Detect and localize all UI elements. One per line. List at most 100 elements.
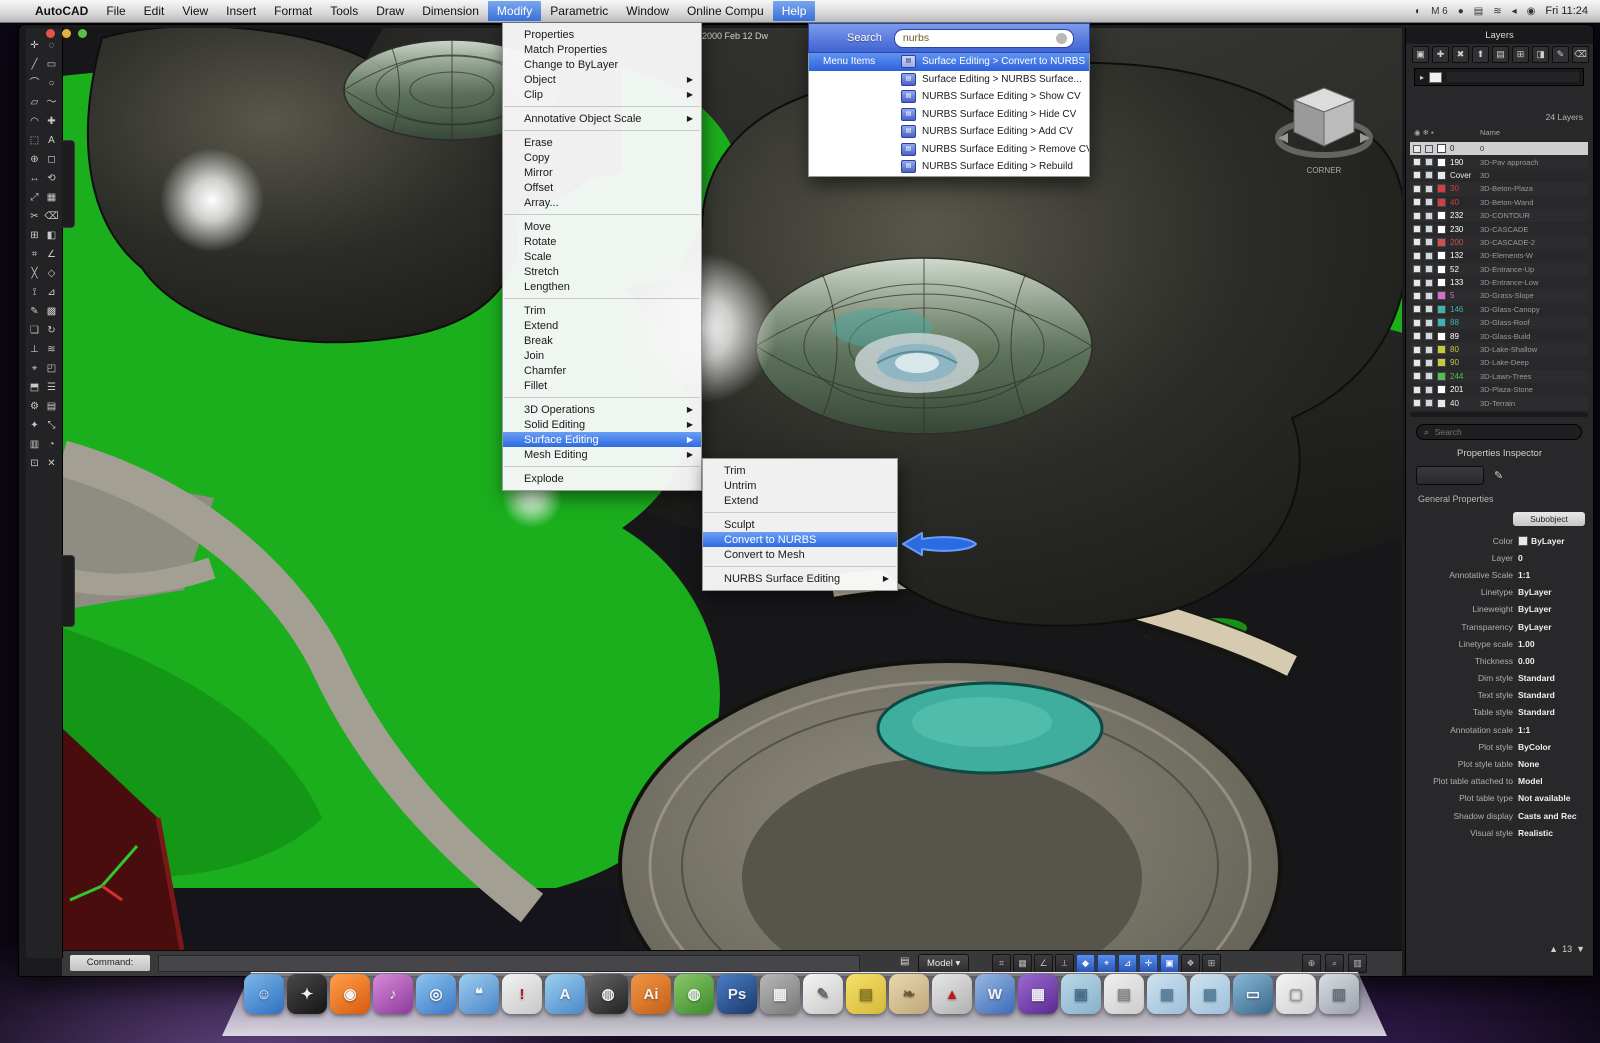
tool-icon[interactable]: ◻ bbox=[43, 150, 60, 169]
property-row[interactable]: LinetypeByLayer bbox=[1406, 584, 1593, 601]
dock-compass-dark-icon[interactable]: ✦ bbox=[287, 974, 327, 1014]
layer-row[interactable]: 2013D-Plaza-Stone bbox=[1410, 383, 1588, 396]
menubar-item-help[interactable]: Help bbox=[773, 1, 816, 21]
tool-icon[interactable]: ↔ bbox=[26, 169, 43, 188]
tool-icon[interactable]: ⊞ bbox=[26, 226, 43, 245]
layer-row[interactable]: 2443D-Lawn-Trees bbox=[1410, 370, 1588, 383]
layer-on-icon[interactable] bbox=[1413, 198, 1421, 206]
tool-icon[interactable]: ╱ bbox=[26, 55, 43, 74]
tool-icon[interactable]: ✦ bbox=[26, 416, 43, 435]
layer-color-swatch[interactable] bbox=[1437, 171, 1446, 180]
layer-on-icon[interactable] bbox=[1413, 238, 1421, 246]
modify-menu-item-change-to-bylayer[interactable]: Change to ByLayer bbox=[503, 57, 701, 72]
tool-icon[interactable]: ✕ bbox=[43, 454, 60, 473]
close-button[interactable] bbox=[46, 29, 55, 38]
surface-submenu-item-untrim[interactable]: Untrim bbox=[703, 478, 897, 493]
layer-color-swatch[interactable] bbox=[1437, 265, 1446, 274]
menubar-status-icon[interactable]: ≋ bbox=[1493, 6, 1501, 17]
menubar-item-format[interactable]: Format bbox=[265, 1, 321, 21]
layer-row[interactable]: 00 bbox=[1410, 142, 1588, 155]
dock-finder-icon[interactable]: ☺ bbox=[244, 974, 284, 1014]
modify-menu-item-offset[interactable]: Offset bbox=[503, 180, 701, 195]
menubar-item-online-compu[interactable]: Online Compu bbox=[678, 1, 773, 21]
tool-icon[interactable]: ⬒ bbox=[26, 378, 43, 397]
modify-menu-item-mesh-editing[interactable]: Mesh Editing▶ bbox=[503, 447, 701, 462]
property-row[interactable]: Text styleStandard bbox=[1406, 687, 1593, 704]
layer-row[interactable]: 2003D-CASCADE-2 bbox=[1410, 236, 1588, 249]
modify-menu-item-rotate[interactable]: Rotate bbox=[503, 234, 701, 249]
layer-freeze-icon[interactable] bbox=[1425, 238, 1433, 246]
tool-icon[interactable]: ╳ bbox=[26, 264, 43, 283]
property-row[interactable]: Thickness0.00 bbox=[1406, 652, 1593, 669]
property-value[interactable]: ByLayer bbox=[1518, 622, 1593, 632]
tool-icon[interactable]: ⊡ bbox=[26, 454, 43, 473]
menubar-item-file[interactable]: File bbox=[97, 1, 134, 21]
layer-freeze-icon[interactable] bbox=[1425, 305, 1433, 313]
layer-freeze-icon[interactable] bbox=[1425, 265, 1433, 273]
property-value[interactable]: Realistic bbox=[1518, 828, 1593, 838]
layer-on-icon[interactable] bbox=[1413, 305, 1421, 313]
dock-word-icon[interactable]: W bbox=[975, 974, 1015, 1014]
tool-icon[interactable]: ⟲ bbox=[43, 169, 60, 188]
modify-menu-item-explode[interactable]: Explode bbox=[503, 471, 701, 486]
layer-row[interactable]: 303D-Beton-Plaza bbox=[1410, 182, 1588, 195]
layer-freeze-icon[interactable] bbox=[1425, 145, 1433, 153]
layers-toolbar-icon[interactable]: ▤ bbox=[1492, 46, 1509, 63]
layers-toolbar-icon[interactable]: ◨ bbox=[1532, 46, 1549, 63]
status-toggle-icon[interactable]: ⌗ bbox=[992, 954, 1011, 973]
layers-toolbar-icon[interactable]: ✖ bbox=[1452, 46, 1469, 63]
status-toggle-icon[interactable]: ▦ bbox=[1013, 954, 1032, 973]
status-toggle-icon[interactable]: ✛ bbox=[1139, 954, 1158, 973]
collapsed-palette-tab[interactable] bbox=[62, 140, 75, 228]
modify-menu-item-surface-editing[interactable]: Surface Editing▶ bbox=[503, 432, 701, 447]
status-toggle-icon[interactable]: ❖ bbox=[1181, 954, 1200, 973]
tool-icon[interactable]: ▩ bbox=[43, 302, 60, 321]
status-tool-icon[interactable]: ⊕ bbox=[1302, 954, 1321, 973]
model-space-button[interactable]: Model ▾ bbox=[918, 954, 969, 973]
layer-on-icon[interactable] bbox=[1413, 185, 1421, 193]
layer-on-icon[interactable] bbox=[1413, 372, 1421, 380]
minimize-button[interactable] bbox=[62, 29, 71, 38]
layer-color-swatch[interactable] bbox=[1437, 225, 1446, 234]
property-value[interactable]: 1:1 bbox=[1518, 725, 1593, 735]
layer-row[interactable]: 1323D-Elements-W bbox=[1410, 249, 1588, 262]
help-result[interactable]: ▤NURBS Surface Editing > Rebuild bbox=[809, 158, 1089, 176]
modify-menu-item-move[interactable]: Move bbox=[503, 219, 701, 234]
tool-icon[interactable]: ◰ bbox=[43, 359, 60, 378]
property-value[interactable]: 0 bbox=[1518, 553, 1593, 563]
property-row[interactable]: ColorByLayer bbox=[1406, 532, 1593, 549]
dock-white-doc-icon[interactable]: ▤ bbox=[1104, 974, 1144, 1014]
layers-toolbar-icon[interactable]: ⬆ bbox=[1472, 46, 1489, 63]
property-value[interactable]: Casts and Rec bbox=[1518, 811, 1593, 821]
modify-menu-item-erase[interactable]: Erase bbox=[503, 135, 701, 150]
tool-icon[interactable]: ↻ bbox=[43, 321, 60, 340]
dock-app-store-icon[interactable]: A bbox=[545, 974, 585, 1014]
menubar-status-icon[interactable]: ◉ bbox=[1527, 6, 1536, 17]
layer-freeze-icon[interactable] bbox=[1425, 171, 1433, 179]
dock-illustrator-icon[interactable]: Ai bbox=[631, 974, 671, 1014]
layer-color-swatch[interactable] bbox=[1437, 385, 1446, 394]
layer-color-swatch[interactable] bbox=[1437, 345, 1446, 354]
property-row[interactable]: Visual styleRealistic bbox=[1406, 824, 1593, 841]
layer-on-icon[interactable] bbox=[1413, 292, 1421, 300]
tool-icon[interactable]: A bbox=[43, 131, 60, 150]
property-row[interactable]: Dim styleStandard bbox=[1406, 670, 1593, 687]
layers-toolbar-icon[interactable]: ▣ bbox=[1412, 46, 1429, 63]
layer-freeze-icon[interactable] bbox=[1425, 225, 1433, 233]
properties-search[interactable]: ⌕ bbox=[1416, 424, 1582, 440]
menubar-item-tools[interactable]: Tools bbox=[321, 1, 367, 21]
tool-icon[interactable]: ◇ bbox=[43, 264, 60, 283]
dock-trash-icon[interactable]: ▥ bbox=[1319, 974, 1359, 1014]
layer-row[interactable]: 893D-Glass-Build bbox=[1410, 329, 1588, 342]
layers-toolbar-icon[interactable]: ✎ bbox=[1552, 46, 1569, 63]
layer-color-swatch[interactable] bbox=[1437, 291, 1446, 300]
layer-freeze-icon[interactable] bbox=[1425, 399, 1433, 407]
dock-folder-1-icon[interactable]: ▦ bbox=[1147, 974, 1187, 1014]
property-row[interactable]: Linetype scale1.00 bbox=[1406, 635, 1593, 652]
dock-green-globe-icon[interactable]: ◍ bbox=[674, 974, 714, 1014]
tool-icon[interactable]: ⤢ bbox=[26, 188, 43, 207]
help-result[interactable]: ▤NURBS Surface Editing > Show CV bbox=[809, 88, 1089, 106]
dock-purple-app-icon[interactable]: ▦ bbox=[1018, 974, 1058, 1014]
dock-beige-app-icon[interactable]: ❧ bbox=[889, 974, 929, 1014]
help-result[interactable]: Menu Items▤Surface Editing > Convert to … bbox=[809, 53, 1089, 71]
